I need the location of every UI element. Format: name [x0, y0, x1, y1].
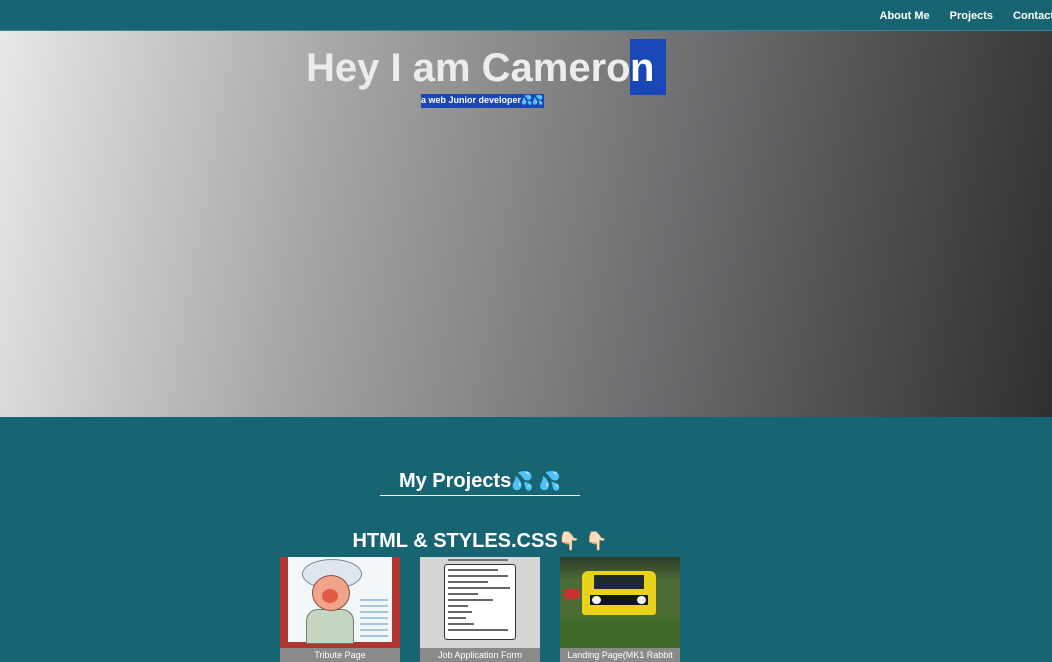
pointing-down-icon: 👇🏻 👇🏻 — [557, 531, 608, 551]
html-css-section-heading: HTML & STYLES.CSS👇🏻 👇🏻 — [280, 528, 680, 554]
projects-heading: My Projects💦 💦 — [380, 468, 580, 496]
section-heading-text: HTML & STYLES.CSS — [352, 530, 558, 552]
form-thumbnail[interactable] — [420, 557, 540, 648]
nav-link-about-me[interactable]: About Me — [880, 10, 930, 22]
hero-subtitle: a web Junior developer💦💦 — [421, 94, 545, 108]
projects-heading-text: My Projects — [398, 470, 512, 492]
project-card-job-form[interactable]: Job Application Form — [420, 557, 540, 662]
nav-links: About Me Projects Contact — [860, 0, 1052, 31]
hero-title: Hey I am Camero — [306, 46, 631, 90]
project-caption[interactable]: Tribute Page — [280, 648, 400, 662]
top-navbar: About Me Projects Contact — [0, 0, 1052, 31]
hero-section: Hey I am Camero n a web Junior developer… — [0, 31, 1052, 417]
nav-link-contact[interactable]: Contact — [1013, 10, 1052, 22]
nav-link-projects[interactable]: Projects — [950, 10, 993, 22]
project-caption[interactable]: Job Application Form — [420, 648, 540, 662]
sweat-droplets-icon: 💦 💦 — [511, 471, 562, 491]
hero-subtitle-text: a web Junior developer — [421, 95, 522, 105]
project-caption[interactable]: Landing Page(MK1 Rabbit — [560, 648, 680, 662]
project-card-landing-page[interactable]: Landing Page(MK1 Rabbit — [560, 557, 680, 662]
project-cards: Tribute Page Job Application Form Landin… — [280, 557, 700, 662]
car-thumbnail[interactable] — [560, 557, 680, 648]
project-card-tribute[interactable]: Tribute Page — [280, 557, 400, 662]
sweat-droplets-icon: 💦💦 — [521, 95, 544, 105]
tribute-thumbnail[interactable] — [280, 557, 400, 648]
hero-title-selected-letter: n — [630, 46, 655, 90]
